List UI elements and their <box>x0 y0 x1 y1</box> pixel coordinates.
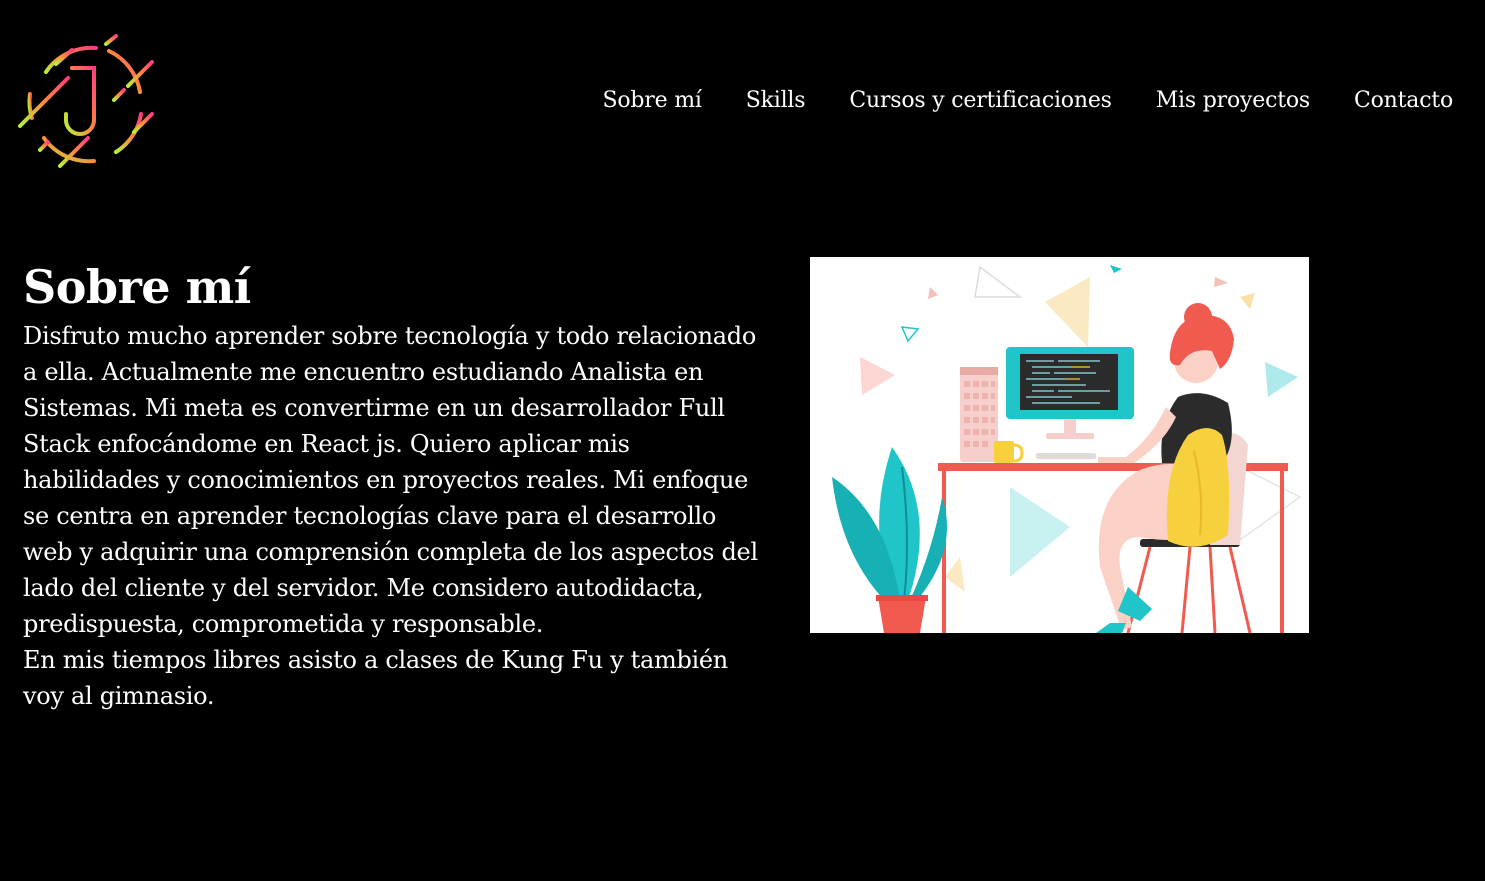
main-nav: Sobre mí Skills Cursos y certificaciones… <box>603 84 1454 116</box>
site-logo[interactable] <box>16 34 156 174</box>
nav-link-contacto[interactable]: Contacto <box>1354 88 1453 113</box>
nav-link-sobre-mi[interactable]: Sobre mí <box>603 88 702 113</box>
about-section: Sobre mí Disfruto mucho aprender sobre t… <box>23 256 763 714</box>
about-paragraph-1: Disfruto mucho aprender sobre tecnología… <box>23 322 758 638</box>
about-paragraph-2: En mis tiempos libres asisto a clases de… <box>23 646 728 710</box>
about-title: Sobre mí <box>23 260 251 314</box>
j-logo-icon <box>18 34 154 168</box>
nav-link-proyectos[interactable]: Mis proyectos <box>1156 88 1310 113</box>
nav-link-skills[interactable]: Skills <box>746 88 806 113</box>
woman-at-desk-illustration <box>810 257 1309 633</box>
nav-link-cursos[interactable]: Cursos y certificaciones <box>849 88 1112 113</box>
